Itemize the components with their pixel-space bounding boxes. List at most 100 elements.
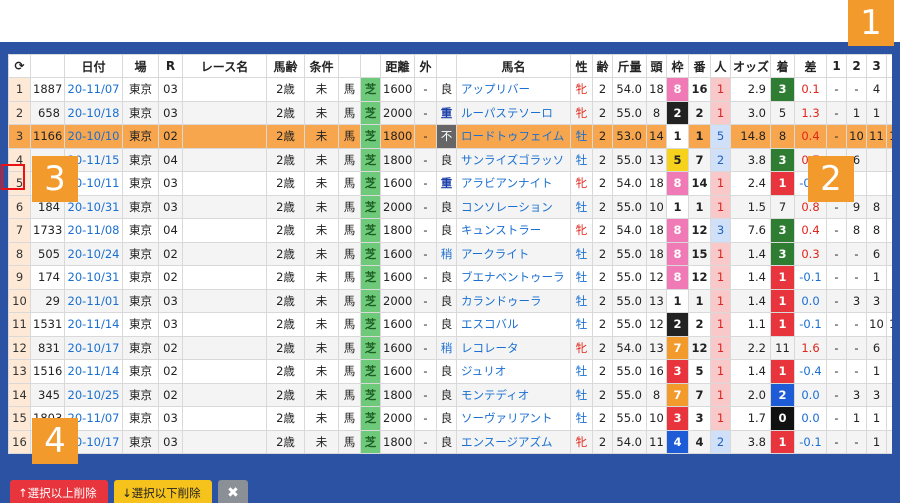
cell-c4: 1 [886, 100, 892, 125]
cell-waku: 8 [666, 171, 689, 196]
cell-kin: 55.0 [612, 100, 647, 125]
delete-below-button[interactable]: ↓選択以下削除 [114, 480, 212, 503]
table-row[interactable]: 1 1887 20-11/07 東京 03 2歳未馬芝 1600- 良アップリバー牝 2 54.0… [8, 77, 892, 102]
column-header-10: 距離 [380, 54, 415, 78]
cell-c3: 6 [866, 335, 887, 360]
cell-sa: 1.6 [794, 335, 827, 360]
action-bar: ↑選択以上削除 ↓選択以下削除 ✖ [0, 472, 900, 503]
table-row[interactable]: 12 831 20-10/17 東京 02 2歳未馬芝 1600- 稍レコレータ牝 2 54.0 1… [8, 335, 892, 360]
cell-waku: 5 [666, 147, 689, 172]
table-row[interactable]: 14 345 20-10/25 東京 02 2歳未馬芝 1800- 良モンテディオ牡 2 55.0… [8, 382, 892, 407]
cell-name[interactable]: キュンストラー [456, 218, 571, 243]
cell-gai: - [414, 218, 437, 243]
cell-name[interactable]: アラビアンナイト [456, 171, 571, 196]
cell-name[interactable]: エンスージアズム [456, 429, 571, 454]
delete-above-button[interactable]: ↑選択以上削除 [10, 480, 108, 503]
cell-age: 2歳 [266, 77, 305, 102]
cell-cond: 未 [304, 382, 339, 407]
table-row[interactable]: 5 20-10/11 東京 03 2歳未馬芝 1600- 重アラビアンナイト牝 2 54.0 18… [8, 171, 892, 196]
cell-n: 15 [8, 406, 31, 431]
cell-c4: 7 [886, 194, 892, 219]
table-row[interactable]: 2 658 20-10/18 東京 03 2歳未馬芝 2000- 重ルーパステソーロ牝 2 55.… [8, 100, 892, 125]
cell-name[interactable]: アークライト [456, 241, 571, 266]
cell-tou: 10 [646, 406, 667, 431]
cell-kin: 55.0 [612, 312, 647, 337]
table-row[interactable]: 10 29 20-11/01 東京 03 2歳未馬芝 2000- 良カランドゥーラ牡 2 55.0… [8, 288, 892, 313]
table-row[interactable]: 11 1531 20-11/14 東京 03 2歳未馬芝 1600- 良エスコバル牡 2 55.0… [8, 312, 892, 337]
cell-surf: 芝 [360, 218, 381, 243]
cell-chaku: 5 [770, 100, 795, 125]
cell-n: 9 [8, 265, 31, 290]
cell-tou: 18 [646, 77, 667, 102]
cell-age: 2歳 [266, 147, 305, 172]
cell-name[interactable]: サンライズゴラッソ [456, 147, 571, 172]
cell-odds: 1.5 [730, 194, 771, 219]
cell-sex: 牝 [570, 171, 593, 196]
cell-name[interactable]: モンテディオ [456, 382, 571, 407]
cell-nin: 1 [710, 406, 731, 431]
cell-r: 02 [158, 124, 183, 149]
cell-kin: 55.0 [612, 241, 647, 266]
cell-sage: 2 [592, 100, 613, 125]
cell-age: 2歳 [266, 335, 305, 360]
cell-kin: 54.0 [612, 429, 647, 454]
column-header-11: 外 [414, 54, 437, 78]
cell-name[interactable]: ソーヴァリアント [456, 406, 571, 431]
cell-name[interactable]: カランドゥーラ [456, 288, 571, 313]
table-row[interactable]: 3 1166 20-10/10 東京 02 2歳未馬芝 1800- 不ロードトゥフェイム牡 2 5… [8, 124, 892, 149]
cell-name[interactable]: コンソレーション [456, 194, 571, 219]
cell-name[interactable]: ロードトゥフェイム [456, 124, 571, 149]
cell-id: 1166 [30, 124, 65, 149]
cell-c2: - [846, 312, 867, 337]
cell-uma: 馬 [338, 359, 361, 384]
cell-waku: 7 [666, 382, 689, 407]
close-button[interactable]: ✖ [218, 480, 248, 503]
cell-ban: 3 [688, 406, 711, 431]
cell-c3: 1 [866, 429, 887, 454]
cell-surf: 芝 [360, 147, 381, 172]
table-row[interactable]: 9 174 20-10/31 東京 02 2歳未馬芝 1600- 良ブエナベントゥーラ牡 2 55… [8, 265, 892, 290]
cell-dist: 1800 [380, 218, 415, 243]
cell-name[interactable]: ブエナベントゥーラ [456, 265, 571, 290]
column-header-18: 枠 [666, 54, 689, 78]
cell-surf: 芝 [360, 265, 381, 290]
cell-name[interactable]: エスコバル [456, 312, 571, 337]
cell-chaku: 1 [770, 312, 795, 337]
cell-c2: 10 [846, 124, 867, 149]
table-row[interactable]: 6 184 20-10/31 東京 03 2歳未馬芝 2000- 良コンソレーション牡 2 55.… [8, 194, 892, 219]
cell-c4: 6 [886, 335, 892, 360]
cell-name_race [182, 312, 267, 337]
cell-surf: 芝 [360, 241, 381, 266]
cell-waku: 8 [666, 265, 689, 290]
table-row[interactable]: 13 1516 20-11/14 東京 02 2歳未馬芝 1600- 良ジュリオ牡 2 55.0 1… [8, 359, 892, 384]
cell-name_race [182, 77, 267, 102]
table-row[interactable]: 15180320-11/07東京032歳未馬芝2000-良ソーヴァリアント牡25… [8, 406, 892, 431]
table-row[interactable]: 16 20-10/17 東京 03 2歳未馬芝 1800- 良エンスージアズム牝 2 54.0 1… [8, 429, 892, 454]
cell-name[interactable]: ルーパステソーロ [456, 100, 571, 125]
cell-odds: 7.6 [730, 218, 771, 243]
table-wrapper: ⟳日付場Rレース名馬齢条件距離外馬名性齢斤量頭枠番人オッズ着差1234予結 11… [8, 54, 892, 454]
cell-baba: 良 [436, 147, 457, 172]
cell-age: 2歳 [266, 265, 305, 290]
cell-name[interactable]: ジュリオ [456, 359, 571, 384]
table-row[interactable]: 8 505 20-10/24 東京 02 2歳未馬芝 1600- 稍アークライト牡 2 55.0 1… [8, 241, 892, 266]
cell-uma: 馬 [338, 218, 361, 243]
cell-dist: 1800 [380, 124, 415, 149]
cell-r: 04 [158, 218, 183, 243]
column-header-3: 場 [122, 54, 159, 78]
cell-name_race [182, 147, 267, 172]
cell-sex: 牝 [570, 218, 593, 243]
cell-uma: 馬 [338, 147, 361, 172]
cell-surf: 芝 [360, 194, 381, 219]
column-header-0[interactable]: ⟳ [8, 54, 31, 78]
table-row[interactable]: 4 20-11/15 東京 04 2歳未馬芝 1800- 良サンライズゴラッソ牡 2 55.0 1… [8, 147, 892, 172]
cell-dist: 2000 [380, 288, 415, 313]
table-row[interactable]: 7 1733 20-11/08 東京 04 2歳未馬芝 1800- 良キュンストラー牝 2 54.… [8, 218, 892, 243]
cell-baba: 良 [436, 218, 457, 243]
cell-baba: 稍 [436, 241, 457, 266]
cell-c4: 3 [886, 288, 892, 313]
cell-c4 [886, 147, 892, 172]
cell-baba: 良 [436, 288, 457, 313]
cell-name[interactable]: アップリバー [456, 77, 571, 102]
cell-name[interactable]: レコレータ [456, 335, 571, 360]
